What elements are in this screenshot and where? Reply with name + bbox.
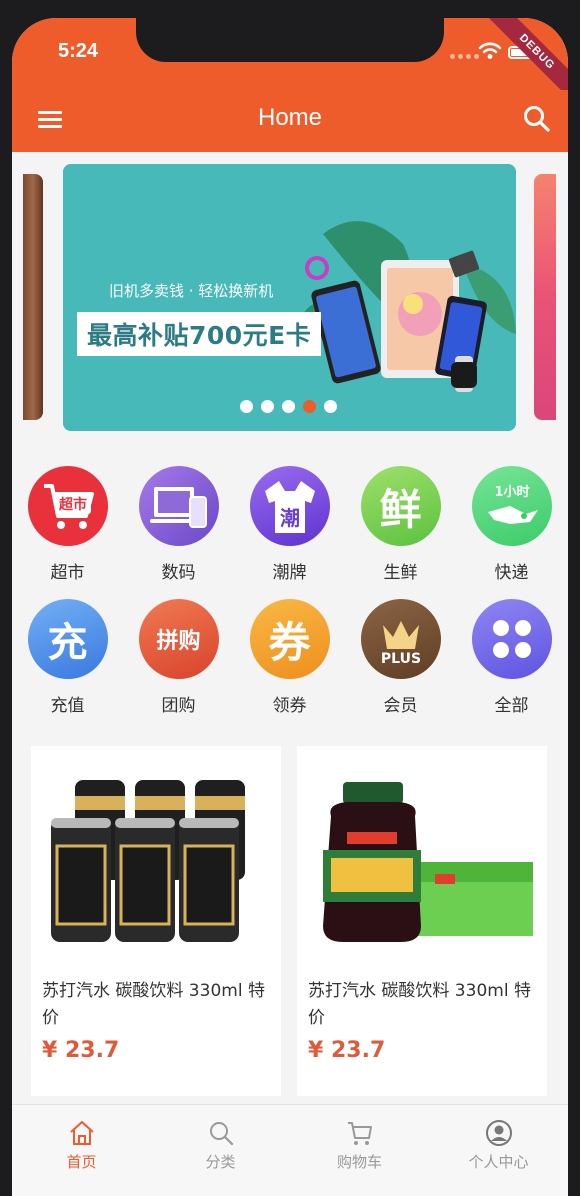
nav-label: 分类 [205,1153,236,1171]
all-categories-icon [471,599,552,679]
category-coupon[interactable]: 券 领券 [234,599,345,716]
product-price: ¥ 23.7 [308,1038,386,1063]
product-card[interactable]: 苏打汽水 碳酸饮料 330ml 特价 ¥ 23.7 [297,746,547,1096]
category-label: 数码 [161,563,196,583]
home-icon [69,1121,94,1145]
user-profile-icon [485,1120,512,1146]
phone-screen: 5:24 DEBUG Home 旧机多卖钱 · 轻松换新机 最高补贴700元E卡… [12,18,568,1196]
category-express[interactable]: 1小时 快递 [456,466,567,583]
coupon-icon: 券 [249,599,330,679]
nav-label: 首页 [66,1153,97,1171]
carousel-dot[interactable] [240,400,253,413]
soda-cans-image [51,780,245,942]
svg-text:PLUS: PLUS [380,651,420,667]
product-list: 苏打汽水 碳酸饮料 330ml 特价 ¥ 23.7 苏打汽水 碳酸饮料 330m… [31,746,547,1096]
svg-text:潮: 潮 [280,506,300,530]
cellular-signal-icon [450,54,479,59]
nav-home[interactable]: 首页 [12,1105,151,1196]
plus-member-crown-icon: PLUS [360,599,441,679]
banner-carousel[interactable]: 旧机多卖钱 · 轻松换新机 最高补贴700元E卡 [12,152,568,442]
plum-juice-bottle-image [323,782,533,942]
banner-next-slide[interactable] [534,174,556,420]
svg-text:1小时: 1小时 [494,484,529,500]
recharge-icon: 充 [27,599,108,679]
category-fresh[interactable]: 鲜 生鲜 [345,466,456,583]
trend-brand-shirt-icon: 潮 [249,466,330,546]
app-bar: Home [12,90,568,152]
category-supermarket[interactable]: 超市 超市 [12,466,123,583]
nav-cart[interactable]: 购物车 [290,1105,429,1196]
category-trend-brand[interactable]: 潮 潮牌 [234,466,345,583]
carousel-dot[interactable] [261,400,274,413]
category-grid: 超市 超市 数码 潮 潮牌 鲜 生鲜 1小时 快递 充 充值 拼购 团购 券 领… [12,466,568,716]
category-label: 全部 [494,696,529,716]
product-card[interactable]: 苏打汽水 碳酸饮料 330ml 特价 ¥ 23.7 [31,746,281,1096]
banner-slide[interactable]: 旧机多卖钱 · 轻松换新机 最高补贴700元E卡 [63,164,516,431]
nav-profile[interactable]: 个人中心 [429,1105,568,1196]
banner-prev-slide[interactable] [23,174,43,420]
carousel-dot-active[interactable] [303,400,316,413]
express-delivery-icon: 1小时 [471,466,552,546]
category-label: 快递 [494,563,529,583]
nav-label: 个人中心 [468,1153,529,1171]
carousel-dot[interactable] [324,400,337,413]
banner-headline: 最高补贴700元E卡 [77,312,322,356]
category-group-buy[interactable]: 拼购 团购 [123,599,234,716]
digital-devices-icon [138,466,219,546]
wifi-icon [478,42,502,59]
product-title: 苏打汽水 碳酸饮料 330ml 特价 [42,981,265,1028]
supermarket-cart-icon: 超市 [27,466,108,546]
category-label: 会员 [383,696,418,716]
category-member[interactable]: PLUS 会员 [345,599,456,716]
status-bar: 5:24 DEBUG [12,18,568,106]
category-label: 充值 [50,696,85,716]
category-recharge[interactable]: 充 充值 [12,599,123,716]
carousel-indicator [240,400,337,413]
category-digital[interactable]: 数码 [123,466,234,583]
shopping-cart-icon [347,1122,372,1145]
nav-category[interactable]: 分类 [151,1105,290,1196]
category-label: 生鲜 [383,563,418,583]
category-all[interactable]: 全部 [456,599,567,716]
product-title: 苏打汽水 碳酸饮料 330ml 特价 [308,981,531,1028]
fresh-food-icon: 鲜 [360,466,441,546]
product-price: ¥ 23.7 [42,1038,120,1063]
category-label: 超市 [50,563,85,583]
bottom-navigation: 首页 分类 购物车 个人中心 [12,1104,568,1196]
device-notch [136,18,444,62]
svg-text:超市: 超市 [58,496,87,513]
category-label: 潮牌 [272,563,307,583]
category-label: 团购 [161,696,196,716]
page-title: Home [257,104,323,131]
category-label: 领券 [272,696,307,716]
status-time: 5:24 [58,40,99,62]
nav-label: 购物车 [336,1153,382,1171]
carousel-dot[interactable] [282,400,295,413]
search-icon [209,1122,233,1146]
search-icon[interactable] [522,104,552,134]
group-buy-icon: 拼购 [138,599,219,679]
banner-subtitle: 旧机多卖钱 · 轻松换新机 [109,282,274,300]
